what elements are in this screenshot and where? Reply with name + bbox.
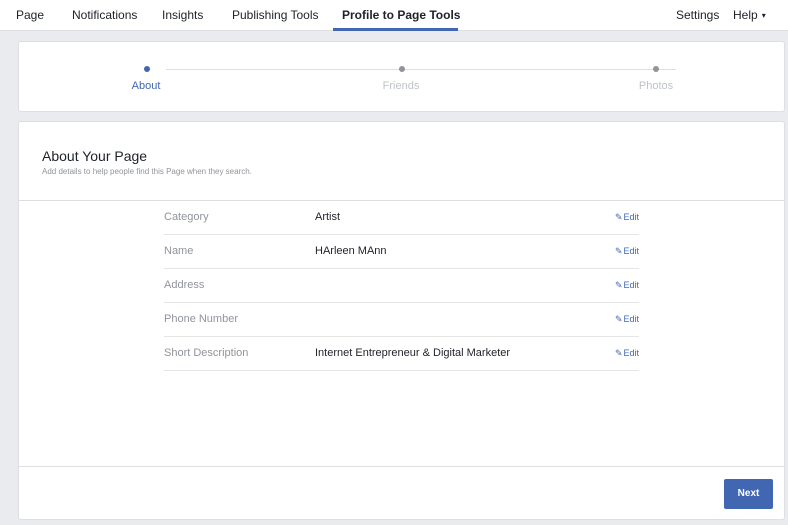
nav-insights[interactable]: Insights [162, 0, 203, 30]
top-navigation: Page Notifications Insights Publishing T… [0, 0, 788, 31]
field-value: Artist [315, 211, 341, 223]
field-label: Phone Number [164, 313, 238, 325]
edit-name-button[interactable]: ✎Edit [615, 235, 639, 268]
pencil-icon: ✎ [614, 280, 623, 290]
stepper-track [166, 69, 676, 70]
edit-category-button[interactable]: ✎Edit [615, 201, 639, 234]
page-subtitle: Add details to help people find this Pag… [42, 167, 252, 176]
edit-label: Edit [623, 314, 639, 324]
field-row-phone-number: Phone Number ✎Edit [164, 303, 639, 337]
pencil-icon: ✎ [614, 348, 623, 358]
field-row-short-description: Short Description Internet Entrepreneur … [164, 337, 639, 371]
progress-stepper: About Friends Photos [18, 41, 785, 112]
pencil-icon: ✎ [614, 212, 623, 222]
field-row-address: Address ✎Edit [164, 269, 639, 303]
nav-help[interactable]: Help ▾ [733, 0, 766, 30]
step-dot-about [144, 66, 150, 72]
next-button[interactable]: Next [724, 479, 773, 509]
step-label-friends: Friends [382, 80, 420, 92]
edit-label: Edit [623, 212, 639, 222]
field-value: HArleen MAnn [315, 245, 387, 257]
field-label: Category [164, 211, 209, 223]
active-tab-indicator [333, 28, 458, 31]
nav-page[interactable]: Page [16, 0, 44, 30]
edit-label: Edit [623, 348, 639, 358]
edit-label: Edit [623, 280, 639, 290]
edit-short-description-button[interactable]: ✎Edit [615, 337, 639, 370]
nav-publishing-tools[interactable]: Publishing Tools [232, 0, 319, 30]
nav-help-label: Help [733, 8, 758, 22]
footer-divider [19, 466, 784, 467]
edit-phone-number-button[interactable]: ✎Edit [615, 303, 639, 336]
field-label: Name [164, 245, 194, 257]
step-dot-photos [653, 66, 659, 72]
nav-profile-to-page-tools[interactable]: Profile to Page Tools [342, 0, 460, 30]
field-label: Short Description [164, 347, 249, 359]
step-dot-friends [399, 66, 405, 72]
page-title: About Your Page [42, 148, 148, 164]
nav-notifications[interactable]: Notifications [72, 0, 137, 30]
field-value: Internet Entrepreneur & Digital Marketer [315, 347, 511, 359]
field-label: Address [164, 279, 205, 291]
nav-settings[interactable]: Settings [676, 0, 719, 30]
edit-address-button[interactable]: ✎Edit [615, 269, 639, 302]
field-row-name: Name HArleen MAnn ✎Edit [164, 235, 639, 269]
step-label-about[interactable]: About [132, 80, 161, 92]
pencil-icon: ✎ [614, 314, 623, 324]
field-row-category: Category Artist ✎Edit [164, 201, 639, 235]
edit-label: Edit [623, 246, 639, 256]
step-label-photos: Photos [638, 80, 674, 92]
caret-down-icon: ▾ [761, 11, 766, 20]
about-page-card: About Your Page Add details to help peop… [18, 121, 785, 520]
pencil-icon: ✎ [614, 246, 623, 256]
